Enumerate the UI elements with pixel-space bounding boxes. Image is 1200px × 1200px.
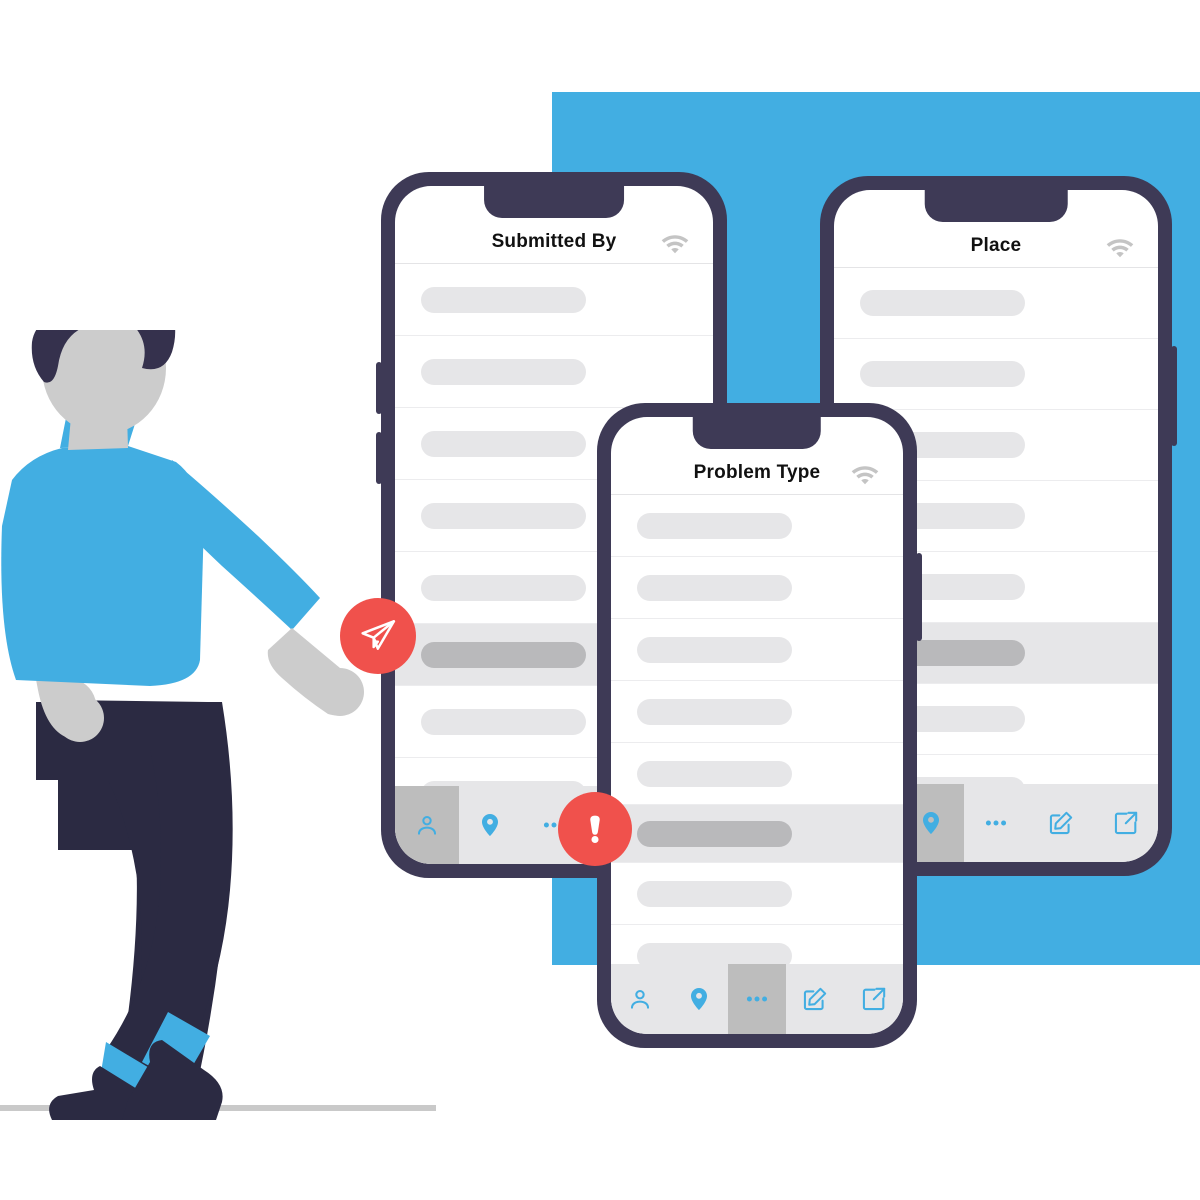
edit-icon xyxy=(1048,810,1074,836)
share-icon xyxy=(861,986,887,1012)
toolbar-item-share[interactable] xyxy=(845,964,903,1034)
row-placeholder xyxy=(637,698,792,725)
row-placeholder xyxy=(637,820,792,847)
toolbar-item-submitted-by[interactable] xyxy=(395,786,459,864)
list-row[interactable] xyxy=(611,743,903,805)
row-placeholder xyxy=(860,361,1025,387)
row-placeholder xyxy=(421,502,586,529)
list-row[interactable] xyxy=(834,268,1158,339)
bottom-toolbar xyxy=(611,964,903,1034)
phone-side-button[interactable] xyxy=(1171,346,1177,446)
scene-root: Submitted By Place Problem Type xyxy=(0,0,1200,1200)
list-row[interactable] xyxy=(611,495,903,557)
phone-notch xyxy=(692,417,822,449)
list-row[interactable] xyxy=(395,336,713,408)
ellipsis-icon xyxy=(983,810,1009,836)
alert-badge[interactable] xyxy=(558,792,632,866)
send-badge[interactable] xyxy=(340,598,416,674)
toolbar-item-edit[interactable] xyxy=(786,964,844,1034)
phone-notch xyxy=(484,186,624,218)
phone-problem-type[interactable]: Problem Type xyxy=(597,403,922,1048)
page-title: Problem Type xyxy=(693,462,821,483)
list-row[interactable] xyxy=(611,863,903,925)
list-row-selected[interactable] xyxy=(611,805,903,863)
toolbar-item-place[interactable] xyxy=(459,786,523,864)
list-row[interactable] xyxy=(611,557,903,619)
exclamation-icon xyxy=(578,812,612,846)
list-row[interactable] xyxy=(611,619,903,681)
row-placeholder xyxy=(637,636,792,663)
list-row[interactable] xyxy=(611,681,903,743)
row-placeholder xyxy=(421,641,586,668)
toolbar-item-share[interactable] xyxy=(1093,784,1158,862)
row-placeholder xyxy=(637,880,792,907)
toolbar-item-submitted-by[interactable] xyxy=(611,964,669,1034)
row-placeholder xyxy=(421,430,586,457)
edit-icon xyxy=(802,986,828,1012)
wifi-icon xyxy=(1104,235,1136,259)
page-title: Place xyxy=(970,235,1022,256)
location-pin-icon xyxy=(477,812,503,838)
row-placeholder xyxy=(637,574,792,601)
wifi-icon xyxy=(659,231,691,255)
list-row[interactable] xyxy=(395,264,713,336)
row-placeholder xyxy=(421,708,586,735)
row-placeholder xyxy=(637,512,792,539)
location-pin-icon xyxy=(686,986,712,1012)
phone-notch xyxy=(924,190,1068,222)
hand-left xyxy=(56,694,104,742)
location-pin-icon xyxy=(918,810,944,836)
row-placeholder xyxy=(421,358,586,385)
toolbar-item-problem-type[interactable] xyxy=(727,964,787,1034)
row-placeholder xyxy=(860,290,1025,316)
row-placeholder xyxy=(421,574,586,601)
toolbar-item-problem-type[interactable] xyxy=(964,784,1029,862)
hand-right xyxy=(316,668,364,716)
person-icon xyxy=(414,812,440,838)
toolbar-item-edit[interactable] xyxy=(1028,784,1093,862)
phone-screen: Problem Type xyxy=(611,417,903,1034)
ellipsis-icon xyxy=(744,986,770,1012)
list-row[interactable] xyxy=(834,339,1158,410)
phone-side-button[interactable] xyxy=(916,553,922,641)
row-placeholder xyxy=(421,286,586,313)
paper-plane-icon xyxy=(358,616,398,656)
wifi-icon xyxy=(849,462,881,486)
list-rows xyxy=(611,495,903,987)
page-title: Submitted By xyxy=(491,231,617,252)
share-icon xyxy=(1113,810,1139,836)
toolbar-item-place[interactable] xyxy=(669,964,727,1034)
row-placeholder xyxy=(637,760,792,787)
standing-person-illustration xyxy=(0,271,400,1120)
person-icon xyxy=(627,986,653,1012)
